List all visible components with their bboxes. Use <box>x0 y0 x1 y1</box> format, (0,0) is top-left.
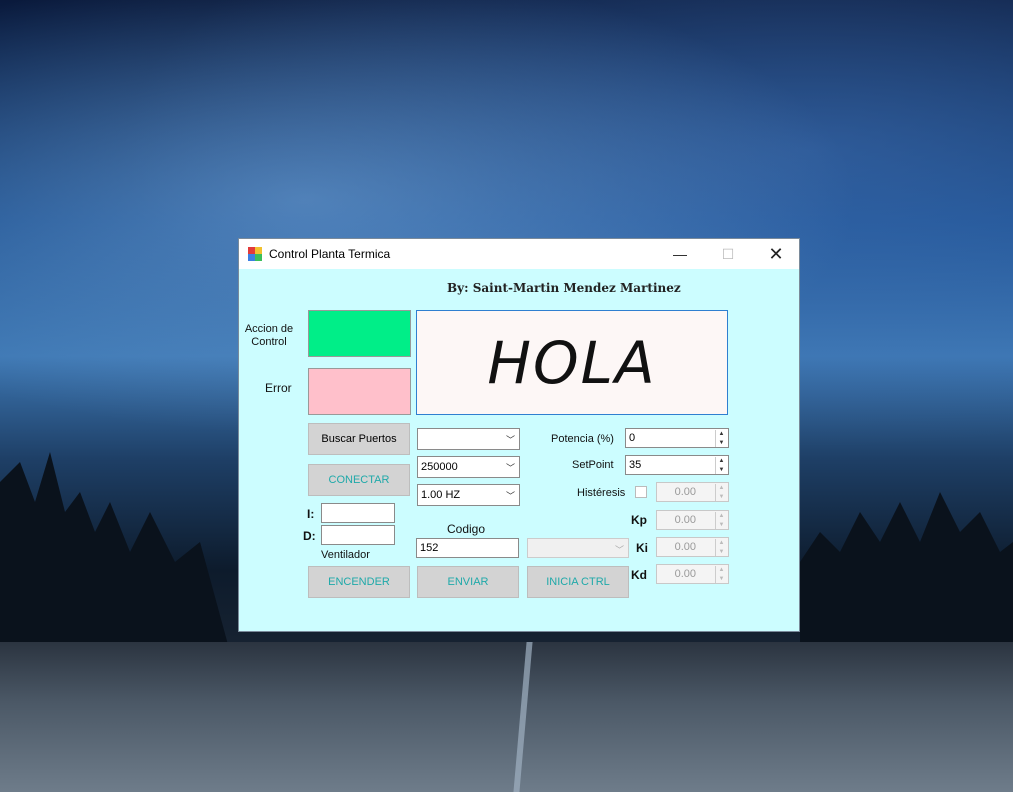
spinner-arrows[interactable]: ▲ ▼ <box>715 457 727 474</box>
chevron-down-icon: ﹀ <box>505 435 515 445</box>
spinner-arrows[interactable]: ▲ ▼ <box>715 566 727 583</box>
ki-spinner[interactable]: 0.00 ▲ ▼ <box>656 537 729 557</box>
chevron-down-icon: ﹀ <box>505 491 515 501</box>
error-label: Error <box>265 381 292 395</box>
potencia-label: Potencia (%) <box>551 433 614 445</box>
author-byline: By: Saint-Martin Mendez Martinez <box>447 281 681 295</box>
maximize-button[interactable]: ☐ <box>705 239 751 269</box>
histeresis-spinner[interactable]: 0.00 ▲ ▼ <box>656 482 729 502</box>
frequency-select-value: 1.00 HZ <box>421 489 461 501</box>
setpoint-spinner[interactable]: 35 ▲ ▼ <box>625 455 729 475</box>
ventilador-label: Ventilador <box>321 549 370 561</box>
down-arrow-icon[interactable]: ▼ <box>715 492 727 501</box>
app-icon <box>248 247 262 261</box>
up-arrow-icon[interactable]: ▲ <box>715 457 727 466</box>
kp-label: Kp <box>631 513 647 527</box>
ki-value: 0.00 <box>674 541 696 553</box>
chevron-down-icon: ﹀ <box>505 463 515 473</box>
baud-select[interactable]: 250000 ﹀ <box>417 456 520 478</box>
minimize-icon: — <box>673 246 687 262</box>
kd-value: 0.00 <box>674 568 696 580</box>
histeresis-label: Histéresis <box>577 487 626 499</box>
road <box>0 642 1013 792</box>
up-arrow-icon[interactable]: ▲ <box>715 539 727 548</box>
down-arrow-icon[interactable]: ▼ <box>715 547 727 556</box>
i-label: I: <box>307 507 315 521</box>
kd-spinner[interactable]: 0.00 ▲ ▼ <box>656 564 729 584</box>
spinner-arrows[interactable]: ▲ ▼ <box>715 484 727 501</box>
inicia-ctrl-button[interactable]: INICIA CTRL <box>527 566 629 598</box>
histeresis-checkbox[interactable] <box>635 486 647 498</box>
frequency-select[interactable]: 1.00 HZ ﹀ <box>417 484 520 506</box>
codigo-label: Codigo <box>447 522 486 536</box>
conectar-button[interactable]: CONECTAR <box>308 464 410 496</box>
kd-label: Kd <box>631 568 647 582</box>
i-input[interactable] <box>321 503 395 523</box>
maximize-icon: ☐ <box>721 245 735 262</box>
chevron-down-icon: ﹀ <box>614 545 624 555</box>
control-mode-select[interactable]: ﹀ <box>527 538 629 558</box>
down-arrow-icon[interactable]: ▼ <box>715 438 727 447</box>
kp-value: 0.00 <box>674 514 696 526</box>
encender-button[interactable]: ENCENDER <box>308 566 410 598</box>
baud-select-value: 250000 <box>421 461 458 473</box>
accion-control-label: Accion de Control <box>244 323 294 348</box>
down-arrow-icon[interactable]: ▼ <box>715 465 727 474</box>
spinner-arrows[interactable]: ▲ ▼ <box>715 512 727 529</box>
message-display: HOLA <box>416 310 728 415</box>
accion-control-indicator <box>308 310 411 357</box>
d-label: D: <box>303 529 316 543</box>
close-button[interactable]: ✕ <box>753 239 799 269</box>
minimize-button[interactable]: — <box>657 239 703 269</box>
setpoint-label: SetPoint <box>572 459 614 471</box>
enviar-button[interactable]: ENVIAR <box>417 566 519 598</box>
up-arrow-icon[interactable]: ▲ <box>715 484 727 493</box>
app-window: Control Planta Termica — ☐ ✕ By: Saint-M… <box>238 238 800 632</box>
ki-label: Ki <box>636 541 648 555</box>
d-input[interactable] <box>321 525 395 545</box>
title-bar: Control Planta Termica — ☐ ✕ <box>239 239 799 269</box>
potencia-spinner[interactable]: 0 ▲ ▼ <box>625 428 729 448</box>
up-arrow-icon[interactable]: ▲ <box>715 430 727 439</box>
up-arrow-icon[interactable]: ▲ <box>715 566 727 575</box>
histeresis-value: 0.00 <box>674 486 696 498</box>
window-title: Control Planta Termica <box>269 247 391 261</box>
spinner-arrows[interactable]: ▲ ▼ <box>715 430 727 447</box>
potencia-value: 0 <box>629 432 636 444</box>
codigo-input[interactable]: 152 <box>416 538 519 558</box>
port-select[interactable]: ﹀ <box>417 428 520 450</box>
error-indicator <box>308 368 411 415</box>
down-arrow-icon[interactable]: ▼ <box>715 520 727 529</box>
up-arrow-icon[interactable]: ▲ <box>715 512 727 521</box>
buscar-puertos-button[interactable]: Buscar Puertos <box>308 423 410 455</box>
kp-spinner[interactable]: 0.00 ▲ ▼ <box>656 510 729 530</box>
down-arrow-icon[interactable]: ▼ <box>715 574 727 583</box>
setpoint-value: 35 <box>629 459 642 471</box>
spinner-arrows[interactable]: ▲ ▼ <box>715 539 727 556</box>
close-icon: ✕ <box>768 243 784 264</box>
